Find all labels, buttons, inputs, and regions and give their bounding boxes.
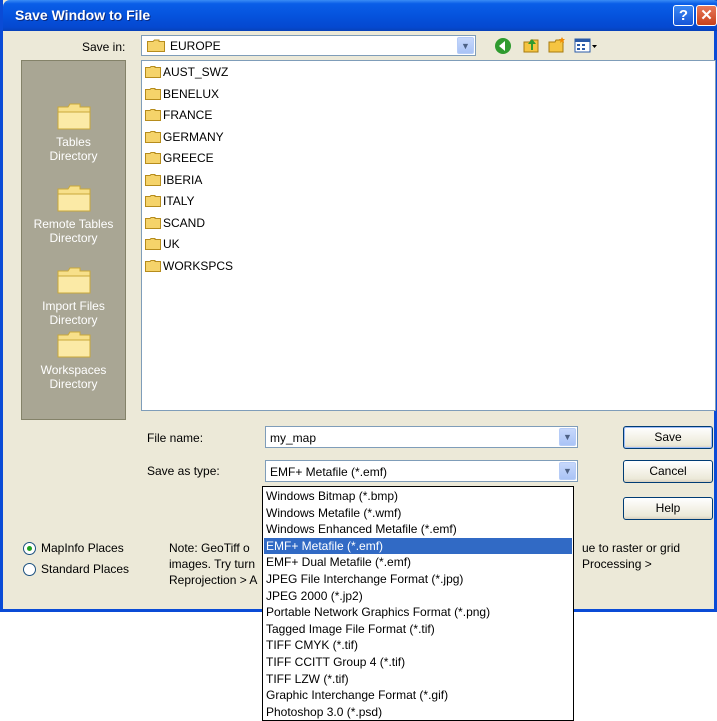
- help-icon[interactable]: ?: [673, 5, 694, 26]
- folder-icon: [145, 237, 161, 250]
- list-item-label: IBERIA: [163, 172, 203, 187]
- place-import-files-directory[interactable]: Import Files Directory: [22, 265, 125, 327]
- list-item-label: UK: [163, 237, 180, 251]
- radio-mapinfo-places[interactable]: [23, 542, 36, 555]
- save-in-combo[interactable]: EUROPE ▼: [141, 35, 476, 56]
- folder-icon: [145, 151, 161, 164]
- list-item-label: GREECE: [163, 151, 214, 165]
- folder-icon: [56, 329, 92, 359]
- file-name-input[interactable]: my_map ▼: [265, 426, 578, 448]
- note-line: Note: GeoTiff o: [169, 541, 250, 555]
- list-item[interactable]: AUST_SWZ: [145, 63, 228, 81]
- note-line: images. Try turn: [169, 557, 256, 571]
- folder-icon: [56, 265, 92, 295]
- place-label: Import Files: [42, 299, 105, 313]
- list-item[interactable]: ITALY: [145, 192, 195, 210]
- window-title: Save Window to File: [15, 7, 151, 23]
- list-item[interactable]: UK: [145, 235, 180, 253]
- up-folder-icon[interactable]: [522, 36, 540, 54]
- dropdown-option[interactable]: TIFF LZW (*.tif): [264, 671, 572, 687]
- place-workspaces-directory[interactable]: Workspaces Directory: [22, 329, 125, 391]
- chevron-down-icon[interactable]: ▼: [559, 462, 576, 480]
- list-item-label: ITALY: [163, 194, 195, 208]
- save-in-label: Save in:: [82, 40, 126, 54]
- list-item-label: BENELUX: [163, 86, 220, 101]
- dropdown-option[interactable]: Photoshop 3.0 (*.psd): [264, 704, 572, 720]
- list-item[interactable]: GERMANY: [145, 128, 224, 146]
- list-item[interactable]: BENELUX: [145, 85, 219, 103]
- place-tables-directory[interactable]: Tables Directory: [22, 101, 125, 163]
- list-item-label: GERMANY: [163, 129, 224, 144]
- folder-icon: [145, 216, 161, 229]
- list-item-label: AUST_SWZ: [163, 65, 229, 79]
- dropdown-option[interactable]: EMF+ Metafile (*.emf): [264, 537, 572, 554]
- folder-icon: [145, 108, 161, 121]
- dropdown-option[interactable]: Portable Network Graphics Format (*.png): [264, 604, 572, 620]
- place-remote-tables-directory[interactable]: Remote Tables Directory: [22, 183, 125, 245]
- help-button-label: Help: [655, 501, 681, 515]
- folder-icon: [56, 183, 92, 213]
- close-icon[interactable]: ✕: [696, 5, 717, 26]
- folder-icon: [145, 65, 161, 78]
- save-as-type-select[interactable]: EMF+ Metafile (*.emf) ▼: [265, 460, 578, 482]
- save-button[interactable]: Save: [623, 426, 713, 449]
- dropdown-option[interactable]: JPEG 2000 (*.jp2): [264, 588, 572, 604]
- radio-standard-places[interactable]: [23, 563, 36, 576]
- folder-icon: [145, 130, 161, 143]
- file-list[interactable]: AUST_SWZ BENELUX FRANCE GERMANY GREECE IBERIA…: [141, 60, 716, 411]
- dropdown-option[interactable]: Windows Metafile (*.wmf): [264, 505, 572, 521]
- file-name-label: File name:: [147, 431, 204, 445]
- chevron-down-icon[interactable]: ▼: [457, 37, 474, 54]
- dropdown-option[interactable]: Tagged Image File Format (*.tif): [264, 621, 572, 637]
- save-in-value: EUROPE: [170, 39, 221, 53]
- dropdown-option[interactable]: TIFF CMYK (*.tif): [264, 637, 572, 653]
- back-icon[interactable]: [494, 37, 512, 55]
- dropdown-option[interactable]: JPEG File Interchange Format (*.jpg): [264, 571, 572, 587]
- save-as-type-label: Save as type:: [147, 464, 220, 478]
- cancel-button[interactable]: Cancel: [623, 460, 713, 483]
- list-item[interactable]: IBERIA: [145, 171, 202, 189]
- dropdown-option[interactable]: TIFF CCITT Group 4 (*.tif): [264, 654, 572, 670]
- radio-mapinfo-places-label: MapInfo Places: [41, 541, 124, 555]
- new-folder-icon[interactable]: [548, 36, 566, 54]
- places-bar: Tables Directory Remote Tables Directory…: [21, 60, 126, 420]
- note-line: ue to raster or grid: [582, 541, 681, 555]
- radio-standard-places-label: Standard Places: [41, 562, 130, 576]
- note-line: Processing >: [582, 557, 652, 571]
- help-button[interactable]: Help: [623, 497, 713, 520]
- list-item-label: FRANCE: [163, 108, 213, 122]
- list-item-label: WORKSPCS: [163, 258, 234, 273]
- folder-icon: [145, 194, 161, 207]
- list-item-label: SCAND: [163, 215, 206, 230]
- dropdown-option[interactable]: Graphic Interchange Format (*.gif): [264, 687, 572, 703]
- folder-icon: [145, 87, 161, 100]
- place-label: Directory: [49, 377, 98, 391]
- folder-icon: [147, 39, 165, 52]
- list-item[interactable]: GREECE: [145, 149, 214, 167]
- save-button-label: Save: [654, 430, 682, 444]
- folder-icon: [145, 173, 161, 186]
- folder-icon: [145, 259, 161, 272]
- list-item[interactable]: WORKSPCS: [145, 257, 233, 275]
- note-line: Reprojection > A: [169, 573, 258, 587]
- list-item[interactable]: SCAND: [145, 214, 205, 232]
- view-menu-icon[interactable]: [574, 37, 598, 55]
- save-as-type-value: EMF+ Metafile (*.emf): [270, 465, 388, 479]
- place-label: Remote Tables: [33, 217, 114, 231]
- place-label: Tables: [56, 135, 91, 149]
- place-label: Directory: [49, 231, 98, 245]
- place-label: Directory: [49, 313, 98, 327]
- dropdown-option[interactable]: EMF+ Dual Metafile (*.emf): [264, 554, 572, 570]
- save-as-type-dropdown[interactable]: Windows Bitmap (*.bmp) Windows Metafile (…: [262, 486, 574, 721]
- dropdown-option[interactable]: Windows Bitmap (*.bmp): [264, 488, 572, 504]
- list-item[interactable]: FRANCE: [145, 106, 212, 124]
- dropdown-option[interactable]: Windows Enhanced Metafile (*.emf): [264, 521, 572, 537]
- place-label: Workspaces: [40, 363, 107, 377]
- folder-icon: [56, 101, 92, 131]
- title-bar[interactable]: Save Window to File ? ✕: [3, 0, 717, 31]
- place-label: Directory: [49, 149, 98, 163]
- cancel-button-label: Cancel: [649, 464, 687, 478]
- file-name-value: my_map: [270, 431, 317, 445]
- chevron-down-icon[interactable]: ▼: [559, 428, 576, 446]
